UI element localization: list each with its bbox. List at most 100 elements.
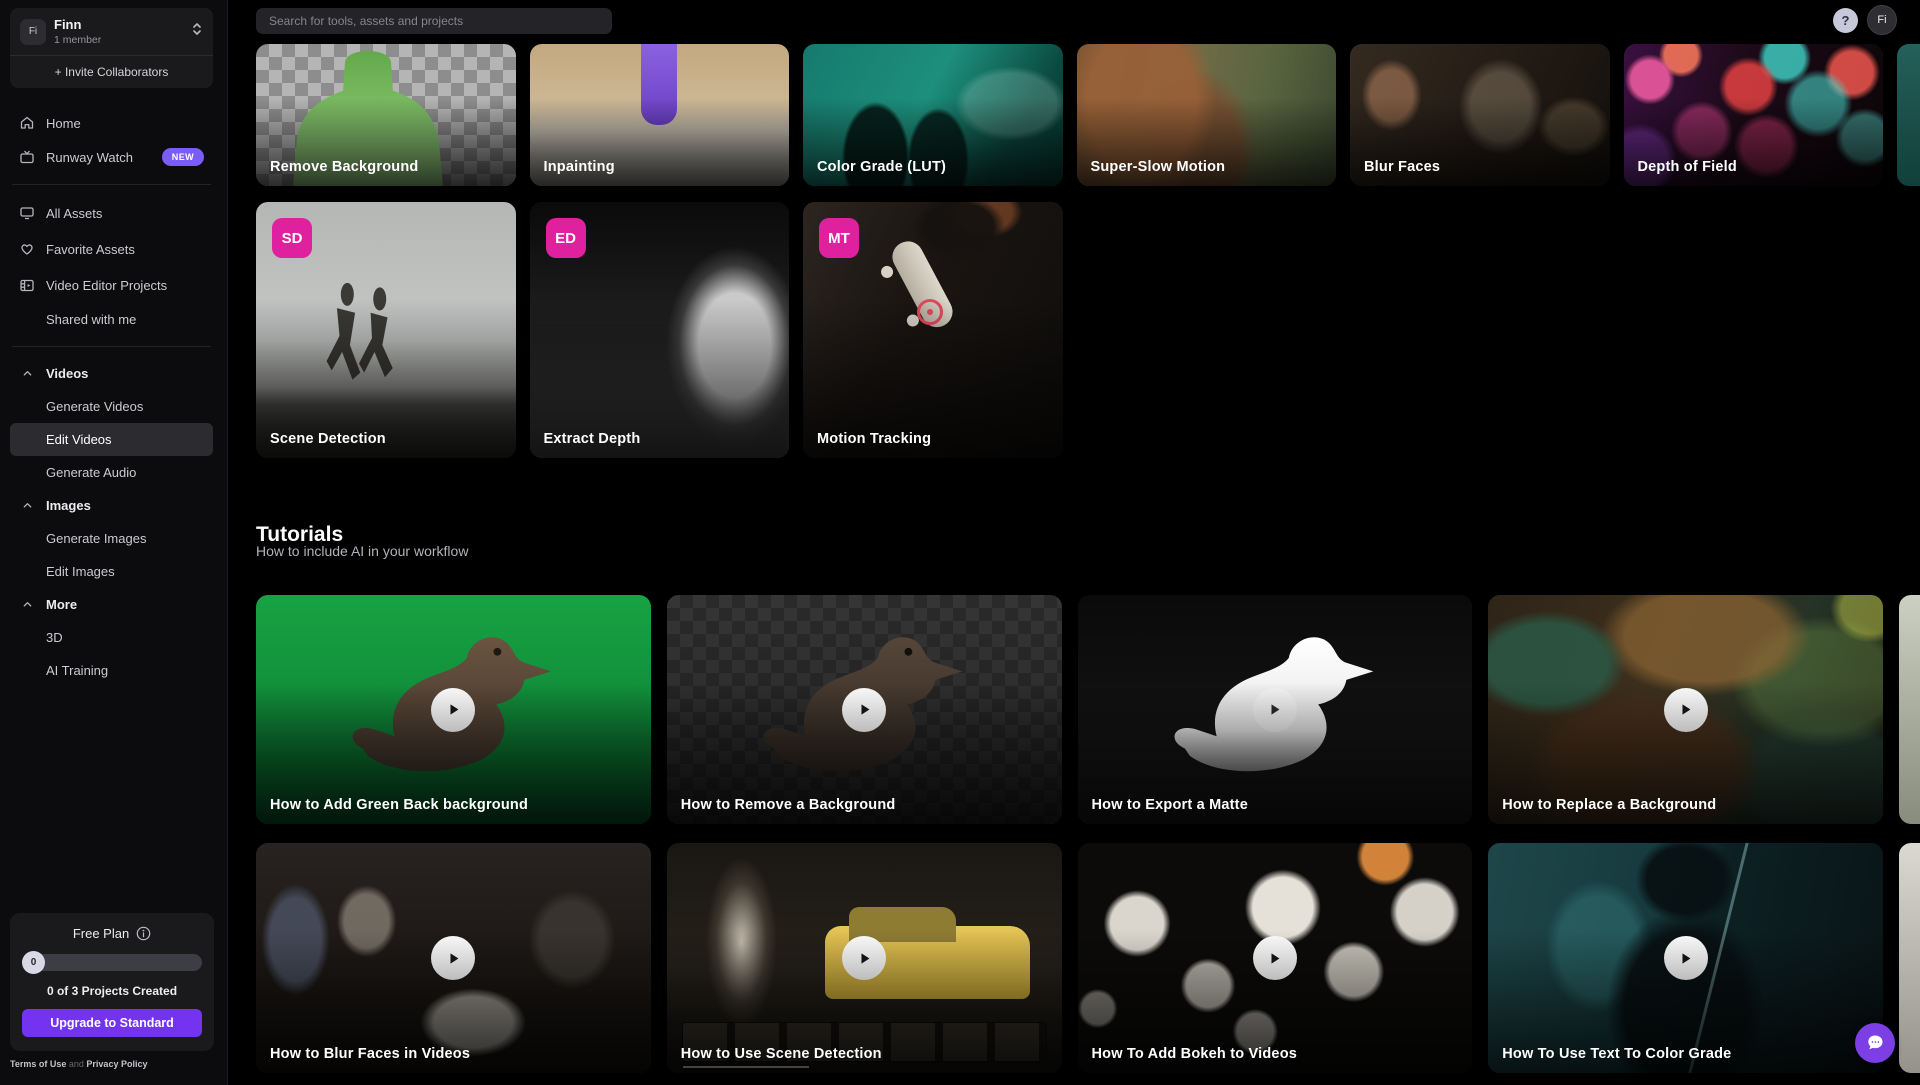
sidebar-item-generate-videos[interactable]: Generate Videos <box>10 390 213 423</box>
tutorial-card-green-background[interactable]: How to Add Green Back background <box>256 595 651 824</box>
sidebar-item-label: Video Editor Projects <box>46 278 167 293</box>
sidebar-section-images[interactable]: Images <box>10 489 213 522</box>
heart-icon <box>19 241 35 257</box>
plan-card: Free Plan 0 0 of 3 Projects Created Upgr… <box>10 913 214 1051</box>
sidebar-item-label: Runway Watch <box>46 150 133 165</box>
tutorial-card-blur-faces[interactable]: How to Blur Faces in Videos <box>256 843 651 1073</box>
sidebar-item-label: All Assets <box>46 206 102 221</box>
sidebar-item-label: 3D <box>46 630 63 645</box>
sidebar-item-label: Generate Images <box>46 531 146 546</box>
legal-links: Terms of Use and Privacy Policy <box>10 1059 147 1069</box>
tutorials-row-2: How to Blur Faces in Videos How to Use S… <box>256 843 1883 1073</box>
sidebar-item-all-assets[interactable]: All Assets <box>10 195 213 231</box>
sidebar-section-more[interactable]: More <box>10 588 213 621</box>
tool-card-label: Depth of Field <box>1638 159 1737 175</box>
workspace-name: Finn <box>54 17 183 32</box>
sidebar-section-label: More <box>46 597 77 612</box>
sidebar-section-label: Videos <box>46 366 88 381</box>
tutorial-card-label: How to Use Scene Detection <box>681 1046 882 1062</box>
motion-tracking-badge: MT <box>819 218 859 258</box>
sidebar-item-label: Generate Audio <box>46 465 136 480</box>
sidebar-divider <box>12 184 211 185</box>
workspace-card: Fi Finn 1 member + Invite Collaborators <box>10 8 213 88</box>
workspace-switcher[interactable]: Fi Finn 1 member <box>10 8 213 55</box>
invite-collaborators-button[interactable]: + Invite Collaborators <box>10 55 213 88</box>
scene-detection-badge: SD <box>272 218 312 258</box>
sidebar-item-ai-training[interactable]: AI Training <box>10 654 213 687</box>
search-input[interactable] <box>256 8 612 34</box>
tool-card-depth-of-field[interactable]: Depth of Field <box>1624 44 1884 186</box>
tutorial-card-replace-background[interactable]: How to Replace a Background <box>1488 595 1883 824</box>
sidebar-item-home[interactable]: Home <box>10 106 213 140</box>
tool-card-super-slow-motion[interactable]: Super-Slow Motion <box>1077 44 1337 186</box>
tool-card-motion-tracking[interactable]: MT Motion Tracking <box>803 202 1063 458</box>
extract-depth-badge: ED <box>546 218 586 258</box>
tv-icon <box>19 149 35 165</box>
tool-card-blur-faces[interactable]: Blur Faces <box>1350 44 1610 186</box>
tool-card-label: Extract Depth <box>544 431 641 447</box>
sidebar: Fi Finn 1 member + Invite Collaborators … <box>0 0 228 1085</box>
tutorial-card-label: How to Replace a Background <box>1502 797 1716 813</box>
workspace-avatar: Fi <box>20 19 46 45</box>
partial-card-sliver[interactable] <box>1899 595 1920 824</box>
sidebar-item-favorite-assets[interactable]: Favorite Assets <box>10 231 213 267</box>
tutorial-card-label: How to Export a Matte <box>1092 797 1248 813</box>
tool-card-label: Motion Tracking <box>817 431 931 447</box>
partial-card-sliver[interactable] <box>1899 843 1920 1073</box>
tutorials-subtitle: How to include AI in your workflow <box>256 543 468 559</box>
sidebar-item-runway-watch[interactable]: Runway Watch NEW <box>10 140 213 174</box>
partial-card-sliver[interactable] <box>1897 44 1920 186</box>
tutorial-card-add-bokeh[interactable]: How To Add Bokeh to Videos <box>1078 843 1473 1073</box>
tools-row-2: SD Scene Detection ED Extract Depth MT M… <box>256 202 1883 458</box>
tutorial-card-remove-background[interactable]: How to Remove a Background <box>667 595 1062 824</box>
sidebar-item-edit-videos[interactable]: Edit Videos <box>10 423 213 456</box>
sidebar-item-3d[interactable]: 3D <box>10 621 213 654</box>
sidebar-section-videos[interactable]: Videos <box>10 357 213 390</box>
projects-icon <box>19 277 35 293</box>
chat-bubble-icon <box>1865 1033 1885 1053</box>
workspace-members: 1 member <box>54 34 183 46</box>
chevron-up-icon <box>19 498 35 514</box>
sidebar-item-generate-images[interactable]: Generate Images <box>10 522 213 555</box>
sidebar-item-shared-with-me[interactable]: Shared with me <box>10 303 213 336</box>
tool-card-extract-depth[interactable]: ED Extract Depth <box>530 202 790 458</box>
info-icon[interactable] <box>136 926 151 941</box>
workspace-meta: Finn 1 member <box>54 17 183 46</box>
plan-name: Free Plan <box>73 926 129 941</box>
tool-card-scene-detection[interactable]: SD Scene Detection <box>256 202 516 458</box>
help-button[interactable]: ? <box>1833 8 1858 33</box>
tutorial-card-text-color-grade[interactable]: How To Use Text To Color Grade <box>1488 843 1883 1073</box>
sidebar-item-label: Generate Videos <box>46 399 143 414</box>
chat-button[interactable] <box>1855 1023 1895 1063</box>
user-avatar[interactable]: Fi <box>1867 5 1897 35</box>
sidebar-item-edit-images[interactable]: Edit Images <box>10 555 213 588</box>
upgrade-button[interactable]: Upgrade to Standard <box>22 1009 202 1037</box>
tutorial-card-label: How to Blur Faces in Videos <box>270 1046 470 1062</box>
tutorial-card-label: How To Add Bokeh to Videos <box>1092 1046 1298 1062</box>
tool-card-inpainting[interactable]: Inpainting <box>530 44 790 186</box>
terms-link[interactable]: Terms of Use <box>10 1059 66 1069</box>
sidebar-nav: Home Runway Watch NEW All Assets Favorit… <box>10 106 213 687</box>
tool-card-label: Inpainting <box>544 159 615 175</box>
tool-card-label: Super-Slow Motion <box>1091 159 1226 175</box>
chevron-up-icon <box>19 597 35 613</box>
sidebar-item-generate-audio[interactable]: Generate Audio <box>10 456 213 489</box>
tutorial-card-label: How to Remove a Background <box>681 797 896 813</box>
sidebar-section-label: Images <box>46 498 91 513</box>
sidebar-item-label: AI Training <box>46 663 108 678</box>
sidebar-item-video-editor-projects[interactable]: Video Editor Projects <box>10 267 213 303</box>
app-root: Fi Finn 1 member + Invite Collaborators … <box>0 0 1920 1085</box>
tool-card-remove-background[interactable]: Remove Background <box>256 44 516 186</box>
privacy-link[interactable]: Privacy Policy <box>86 1059 147 1069</box>
tool-card-color-grade[interactable]: Color Grade (LUT) <box>803 44 1063 186</box>
workspace-updown-icon[interactable] <box>191 22 203 41</box>
plan-header: Free Plan <box>22 926 202 941</box>
progress-knob: 0 <box>22 951 45 974</box>
legal-conjunction: and <box>69 1059 84 1069</box>
sidebar-item-label: Shared with me <box>46 312 136 327</box>
tutorial-card-export-matte[interactable]: How to Export a Matte <box>1078 595 1473 824</box>
main-content: ? Fi Remove Background Inpainting <box>228 0 1920 1085</box>
tutorial-card-label: How to Add Green Back background <box>270 797 528 813</box>
tutorial-card-scene-detection[interactable]: How to Use Scene Detection <box>667 843 1062 1073</box>
sidebar-item-label: Edit Images <box>46 564 115 579</box>
